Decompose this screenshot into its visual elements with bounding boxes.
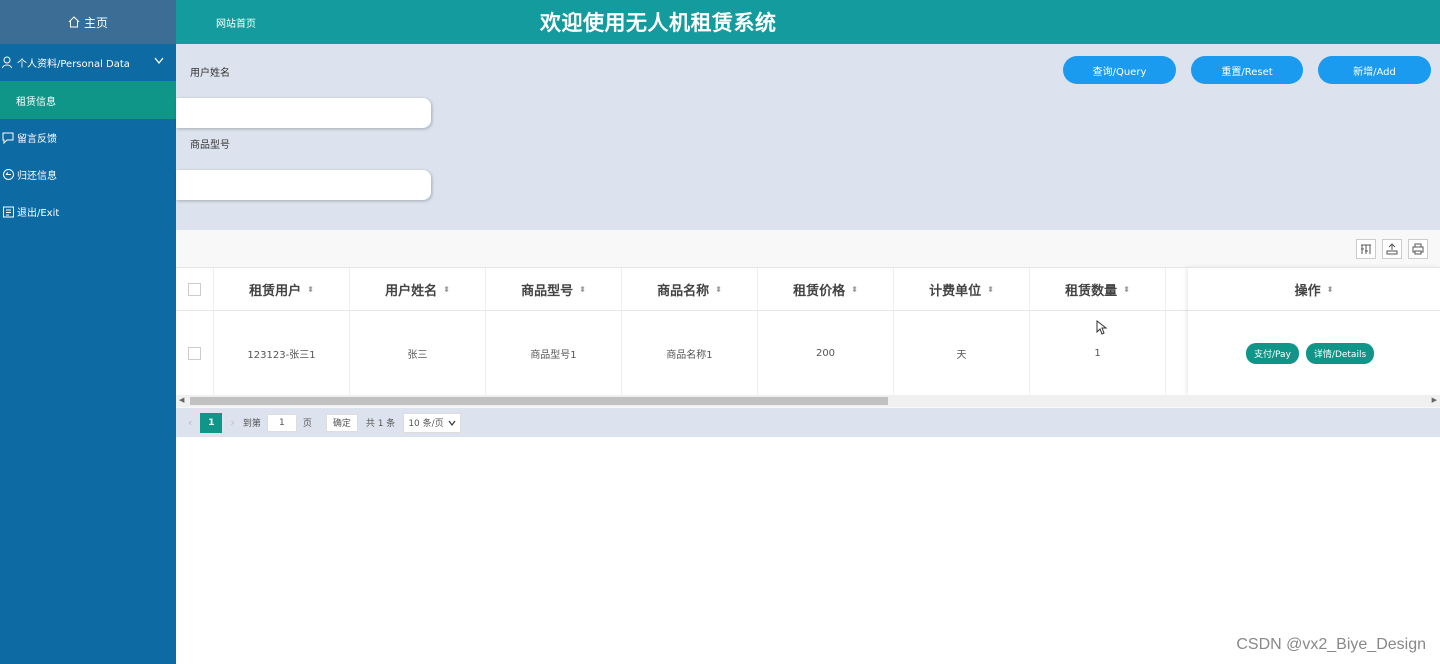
goto-page-input[interactable]: 1	[266, 413, 297, 432]
query-button[interactable]: 查询/Query	[1063, 56, 1176, 84]
sort-icon[interactable]: ⬍	[307, 285, 314, 294]
site-home-link[interactable]: 网站首页	[216, 15, 256, 30]
table-cell: 商品型号1	[486, 311, 622, 395]
sidebar-home[interactable]: 主页	[0, 0, 176, 44]
sort-icon[interactable]: ⬍	[579, 285, 586, 294]
export-icon[interactable]	[1382, 239, 1402, 259]
sidebar-item-rental-label: 租赁信息	[16, 96, 56, 108]
ops-header[interactable]: 操作 ⬍	[1188, 267, 1440, 311]
horizontal-scrollbar[interactable]: ◀ ▶	[176, 395, 1440, 407]
sort-icon[interactable]: ⬍	[1327, 285, 1334, 294]
sidebar-item-returns[interactable]: 归还信息	[0, 156, 176, 193]
feedback-icon	[2, 132, 14, 144]
col-header-label: 计费单位	[929, 283, 982, 299]
pagination: ‹ 1 › 到第 1 页 确定 共 1 条 10 条/页	[176, 408, 1440, 437]
sort-icon[interactable]: ⬍	[851, 285, 858, 294]
col-header[interactable]: 商品名称 ⬍	[622, 268, 758, 310]
row-checkbox[interactable]	[188, 346, 201, 360]
add-button[interactable]: 新增/Add	[1318, 56, 1431, 84]
col-header[interactable]: 租赁价格 ⬍	[758, 268, 894, 310]
sidebar-item-returns-label: 归还信息	[17, 171, 57, 182]
prev-page-icon[interactable]: ‹	[188, 416, 192, 429]
col-header-label: 租赁价格	[793, 283, 846, 299]
col-header-label: 商品型号	[521, 283, 574, 299]
sidebar-item-exit-label: 退出/Exit	[17, 208, 60, 219]
home-icon	[68, 16, 80, 28]
table-cell: 200	[758, 311, 894, 395]
mouse-cursor-icon	[1096, 320, 1108, 335]
search-panel: 用户姓名 商品型号 查询/Query 重置/Reset 新增/Add	[176, 44, 1440, 230]
scroll-right-icon[interactable]: ▶	[1432, 396, 1437, 404]
sidebar-item-personal[interactable]: 个人资料/Personal Data	[0, 44, 176, 81]
sidebar-item-feedback[interactable]: 留言反馈	[0, 119, 176, 156]
goto-confirm-button[interactable]: 确定	[325, 413, 358, 432]
chevron-down-icon	[448, 420, 456, 426]
ops-header-label: 操作	[1294, 283, 1321, 299]
scroll-left-icon[interactable]: ◀	[179, 396, 184, 404]
sort-icon[interactable]: ⬍	[443, 285, 450, 294]
sidebar-item-feedback-label: 留言反馈	[17, 134, 57, 145]
total-count: 共 1 条	[365, 419, 396, 429]
col-header[interactable]: 租赁用户 ⬍	[214, 268, 350, 310]
col-header[interactable]: 用户姓名 ⬍	[350, 268, 486, 310]
top-header: 网站首页 欢迎使用无人机租赁系统	[176, 0, 1440, 44]
col-header-label: 商品名称	[657, 283, 710, 299]
pay-button[interactable]: 支付/Pay	[1246, 342, 1299, 364]
data-table: 租赁用户 ⬍ 用户姓名 ⬍ 商品型号 ⬍ 商品名称 ⬍ 租赁价格 ⬍ 计费单位 ⬍ 租赁数量…	[176, 267, 1440, 395]
table-cell: 123123-张三1	[214, 311, 350, 395]
sidebar-home-label: 主页	[83, 15, 108, 30]
sidebar-item-exit[interactable]: 退出/Exit	[0, 193, 176, 230]
sidebar-item-personal-label: 个人资料/Personal Data	[17, 59, 130, 70]
current-page[interactable]: 1	[200, 412, 223, 433]
model-label: 商品型号	[190, 140, 230, 151]
next-page-icon[interactable]: ›	[230, 416, 234, 429]
table-toolbar	[1356, 239, 1428, 259]
sidebar: 主页 个人资料/Personal Data 租赁信息 留言反馈 归还信息 退出/…	[0, 0, 176, 664]
col-header[interactable]: 计费单位 ⬍	[894, 268, 1030, 310]
sort-icon[interactable]: ⬍	[1123, 285, 1130, 294]
goto-prefix: 到第	[242, 419, 261, 429]
page-title: 欢迎使用无人机租赁系统	[540, 11, 777, 35]
columns-filter-icon[interactable]	[1356, 239, 1376, 259]
sidebar-item-rental[interactable]: 租赁信息	[0, 81, 176, 119]
goto-suffix: 页	[302, 419, 312, 429]
details-button[interactable]: 详情/Details	[1305, 342, 1375, 364]
reset-button[interactable]: 重置/Reset	[1191, 56, 1303, 84]
user-icon	[2, 56, 12, 69]
table-cell: 张三	[350, 311, 486, 395]
col-header-label: 租赁用户	[249, 283, 302, 299]
model-input[interactable]	[176, 170, 431, 200]
select-all-checkbox[interactable]	[188, 282, 201, 296]
ops-cell: 支付/Pay 详情/Details	[1188, 311, 1440, 395]
table-cell: 商品名称1	[622, 311, 758, 395]
table-area: 租赁用户 ⬍ 用户姓名 ⬍ 商品型号 ⬍ 商品名称 ⬍ 租赁价格 ⬍ 计费单位 ⬍ 租赁数量…	[176, 230, 1440, 408]
exit-icon	[3, 206, 14, 218]
chevron-down-icon	[154, 57, 164, 65]
watermark: CSDN @vx2_Biye_Design	[1236, 636, 1426, 653]
print-icon[interactable]	[1408, 239, 1428, 259]
col-header-label: 用户姓名	[385, 283, 438, 299]
select-all-cell	[176, 268, 214, 310]
page-size-value: 10 条/页	[408, 419, 444, 429]
col-header[interactable]: 商品型号 ⬍	[486, 268, 622, 310]
operations-column: 操作 ⬍ 支付/Pay 详情/Details	[1188, 267, 1440, 395]
username-label: 用户姓名	[190, 68, 230, 79]
return-icon	[3, 169, 14, 180]
username-input[interactable]	[176, 98, 431, 128]
sort-icon[interactable]: ⬍	[987, 285, 994, 294]
scroll-thumb[interactable]	[190, 397, 888, 405]
page-size-select[interactable]: 10 条/页	[403, 412, 461, 433]
sort-icon[interactable]: ⬍	[715, 285, 722, 294]
col-header[interactable]: 租赁数量 ⬍	[1030, 268, 1166, 310]
col-header-label: 租赁数量	[1065, 283, 1118, 299]
table-cell: 天	[894, 311, 1030, 395]
row-select-cell	[176, 311, 214, 395]
